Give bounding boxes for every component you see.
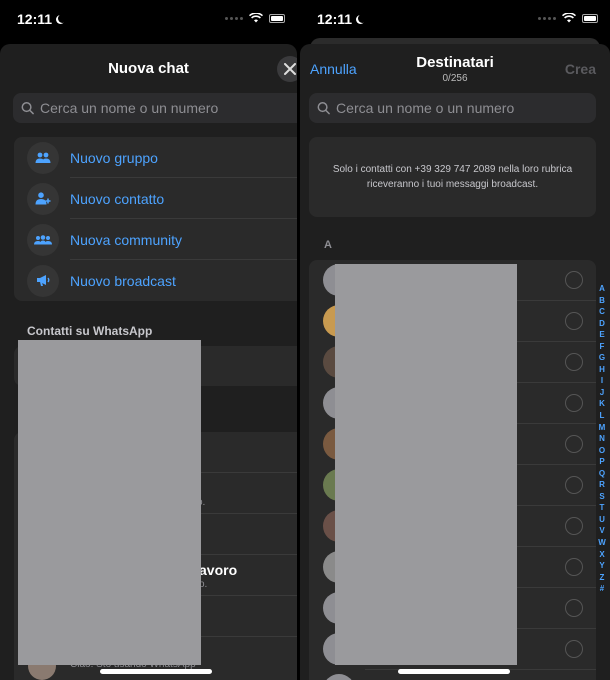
- select-radio[interactable]: [565, 599, 583, 617]
- menu-label: Nuova community: [70, 231, 183, 248]
- alphabet-index-letter[interactable]: Z: [600, 572, 605, 584]
- wifi-icon: [249, 13, 263, 23]
- search-icon: [21, 102, 34, 115]
- select-radio[interactable]: [565, 435, 583, 453]
- alphabet-index-letter[interactable]: F: [600, 341, 605, 353]
- system-icons: [225, 13, 285, 23]
- avatar: [323, 674, 355, 680]
- recipient-counter: 0/256: [442, 73, 468, 84]
- menu-label: Nuovo broadcast: [70, 272, 176, 289]
- page-title: Destinatari: [416, 54, 494, 71]
- clock: 12:11: [17, 11, 53, 27]
- alphabet-index-letter[interactable]: D: [599, 318, 605, 330]
- section-letter: A: [324, 239, 332, 251]
- battery-icon: [269, 13, 285, 23]
- redacted-area: [335, 264, 517, 665]
- alphabet-index-letter[interactable]: H: [599, 364, 605, 376]
- select-radio[interactable]: [565, 394, 583, 412]
- new-chat-menu: Nuovo gruppo Nuovo contatto Nuova commun…: [14, 137, 297, 301]
- recipients-screen: 12:11 Annulla Destinatari 0/256 Crea Sol…: [300, 0, 610, 680]
- alphabet-index-letter[interactable]: N: [599, 433, 605, 445]
- status-bar: 12:11: [300, 0, 610, 38]
- alphabet-index-letter[interactable]: P: [599, 456, 604, 468]
- alphabet-index-letter[interactable]: O: [599, 445, 605, 457]
- search-bar[interactable]: [13, 93, 297, 123]
- alphabet-index[interactable]: A B C D E F G H I J K L M N O P Q R S T U V W X Y Z #: [597, 283, 607, 595]
- redacted-area: [18, 340, 201, 665]
- select-radio[interactable]: [565, 558, 583, 576]
- alphabet-index-letter[interactable]: K: [599, 398, 605, 410]
- search-icon: [317, 102, 330, 115]
- menu-item-new-contact[interactable]: Nuovo contatto: [14, 178, 297, 219]
- close-button[interactable]: [277, 56, 297, 82]
- alphabet-index-letter[interactable]: V: [599, 525, 604, 537]
- select-radio[interactable]: [565, 353, 583, 371]
- alphabet-index-letter[interactable]: T: [600, 502, 605, 514]
- home-indicator: [398, 669, 510, 674]
- status-bar: 12:11: [0, 0, 297, 38]
- moon-icon: [58, 14, 67, 23]
- menu-label: Nuovo gruppo: [70, 149, 158, 166]
- signal-icon: [538, 16, 556, 20]
- select-radio[interactable]: [565, 517, 583, 535]
- alphabet-index-letter[interactable]: S: [599, 491, 604, 503]
- add-contact-icon: [27, 182, 59, 215]
- create-button[interactable]: Crea: [565, 61, 596, 77]
- select-radio[interactable]: [565, 476, 583, 494]
- search-input[interactable]: [336, 100, 596, 116]
- wifi-icon: [562, 13, 576, 23]
- menu-label: Nuovo contatto: [70, 190, 165, 207]
- section-header: Contatti su WhatsApp: [27, 324, 153, 338]
- alphabet-index-letter[interactable]: C: [599, 306, 605, 318]
- alphabet-index-letter[interactable]: A: [599, 283, 605, 295]
- alphabet-index-letter[interactable]: #: [600, 583, 604, 595]
- search-bar[interactable]: [309, 93, 596, 123]
- status-time: 12:11: [17, 11, 64, 27]
- alphabet-index-letter[interactable]: B: [599, 295, 605, 307]
- select-radio[interactable]: [565, 640, 583, 658]
- menu-item-new-community[interactable]: Nuova community: [14, 219, 297, 260]
- menu-item-new-group[interactable]: Nuovo gruppo: [14, 137, 297, 178]
- signal-icon: [225, 16, 243, 20]
- menu-item-new-broadcast[interactable]: Nuovo broadcast: [14, 260, 297, 301]
- alphabet-index-letter[interactable]: R: [599, 479, 605, 491]
- system-icons: [538, 13, 598, 23]
- home-indicator: [100, 669, 212, 674]
- alphabet-index-letter[interactable]: G: [599, 352, 605, 364]
- alphabet-index-letter[interactable]: M: [599, 422, 606, 434]
- new-chat-screen: 12:11 Nuova chat Nuovo gruppo: [0, 0, 297, 680]
- group-icon: [27, 141, 59, 174]
- community-icon: [27, 223, 59, 256]
- alphabet-index-letter[interactable]: L: [600, 410, 605, 422]
- moon-icon: [358, 14, 367, 23]
- clock: 12:11: [317, 11, 353, 27]
- select-radio[interactable]: [565, 312, 583, 330]
- alphabet-index-letter[interactable]: J: [600, 387, 604, 399]
- select-radio[interactable]: [565, 271, 583, 289]
- alphabet-index-letter[interactable]: Q: [599, 468, 605, 480]
- alphabet-index-letter[interactable]: Y: [599, 560, 604, 572]
- alphabet-index-letter[interactable]: E: [599, 329, 604, 341]
- alphabet-index-letter[interactable]: I: [601, 375, 603, 387]
- contact-name-partial: avoro: [199, 562, 238, 578]
- status-time: 12:11: [317, 11, 364, 27]
- search-input[interactable]: [40, 100, 297, 116]
- battery-icon: [582, 13, 598, 23]
- close-icon: [284, 63, 296, 75]
- alphabet-index-letter[interactable]: W: [598, 537, 606, 549]
- page-title: Nuova chat: [108, 60, 189, 77]
- alphabet-index-letter[interactable]: X: [599, 549, 604, 561]
- alphabet-index-letter[interactable]: U: [599, 514, 605, 526]
- broadcast-icon: [27, 264, 59, 297]
- broadcast-info: Solo i contatti con +39 329 747 2089 nel…: [309, 137, 596, 217]
